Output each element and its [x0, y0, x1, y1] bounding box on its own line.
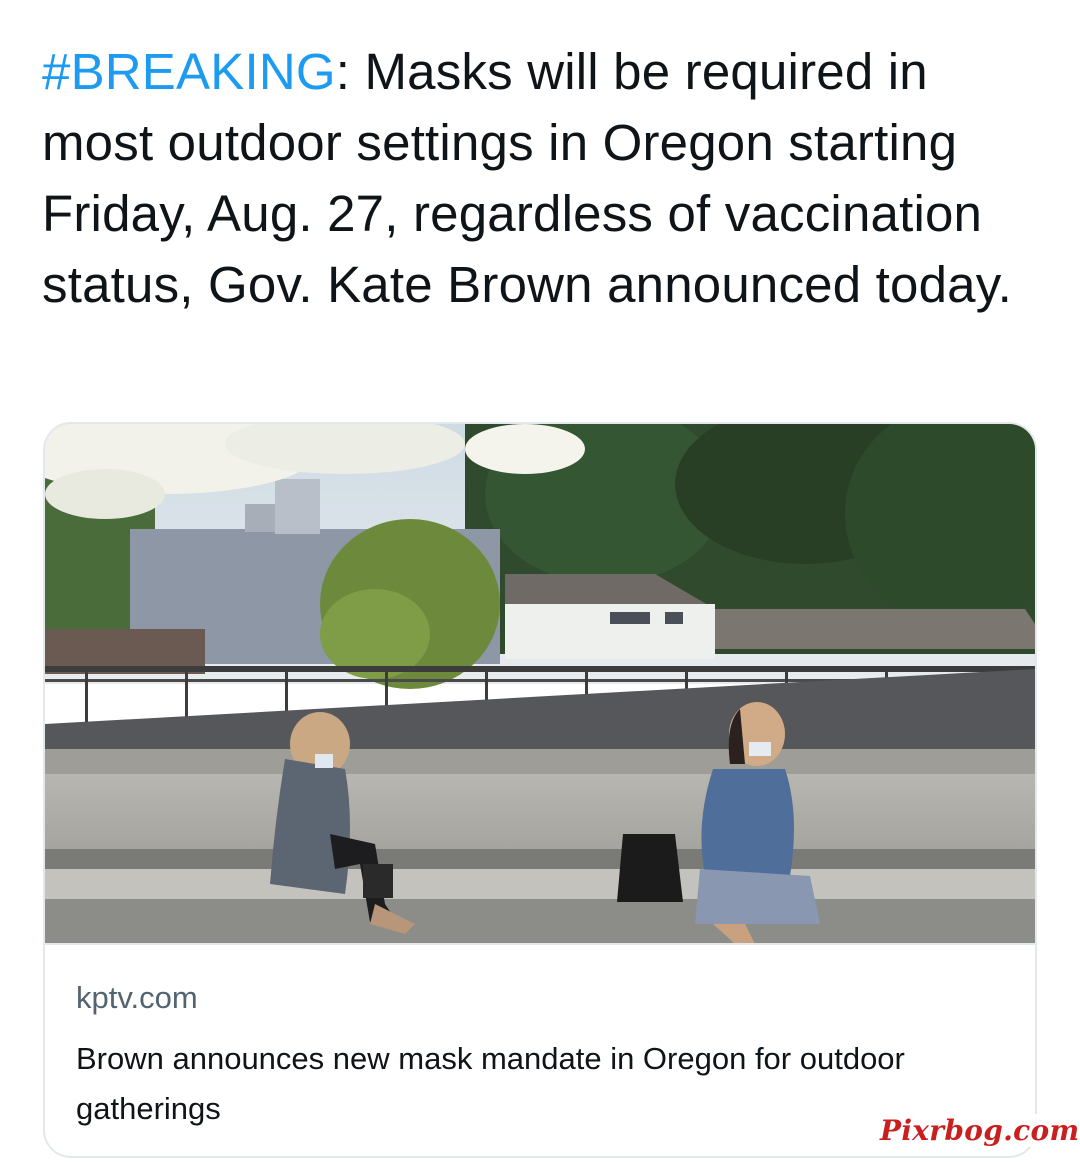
link-preview-card[interactable]: kptv.com Brown announces new mask mandat… — [43, 422, 1037, 1158]
tweet-text: #BREAKING: Masks will be required in mos… — [42, 36, 1052, 320]
card-image[interactable] — [45, 424, 1035, 944]
card-domain: kptv.com — [76, 980, 198, 1015]
card-divider — [45, 943, 1035, 945]
card-title[interactable]: Brown announces new mask mandate in Oreg… — [76, 1034, 976, 1134]
hashtag-link[interactable]: #BREAKING — [42, 43, 336, 100]
watermark: Pixrbog.com — [876, 1114, 1080, 1147]
